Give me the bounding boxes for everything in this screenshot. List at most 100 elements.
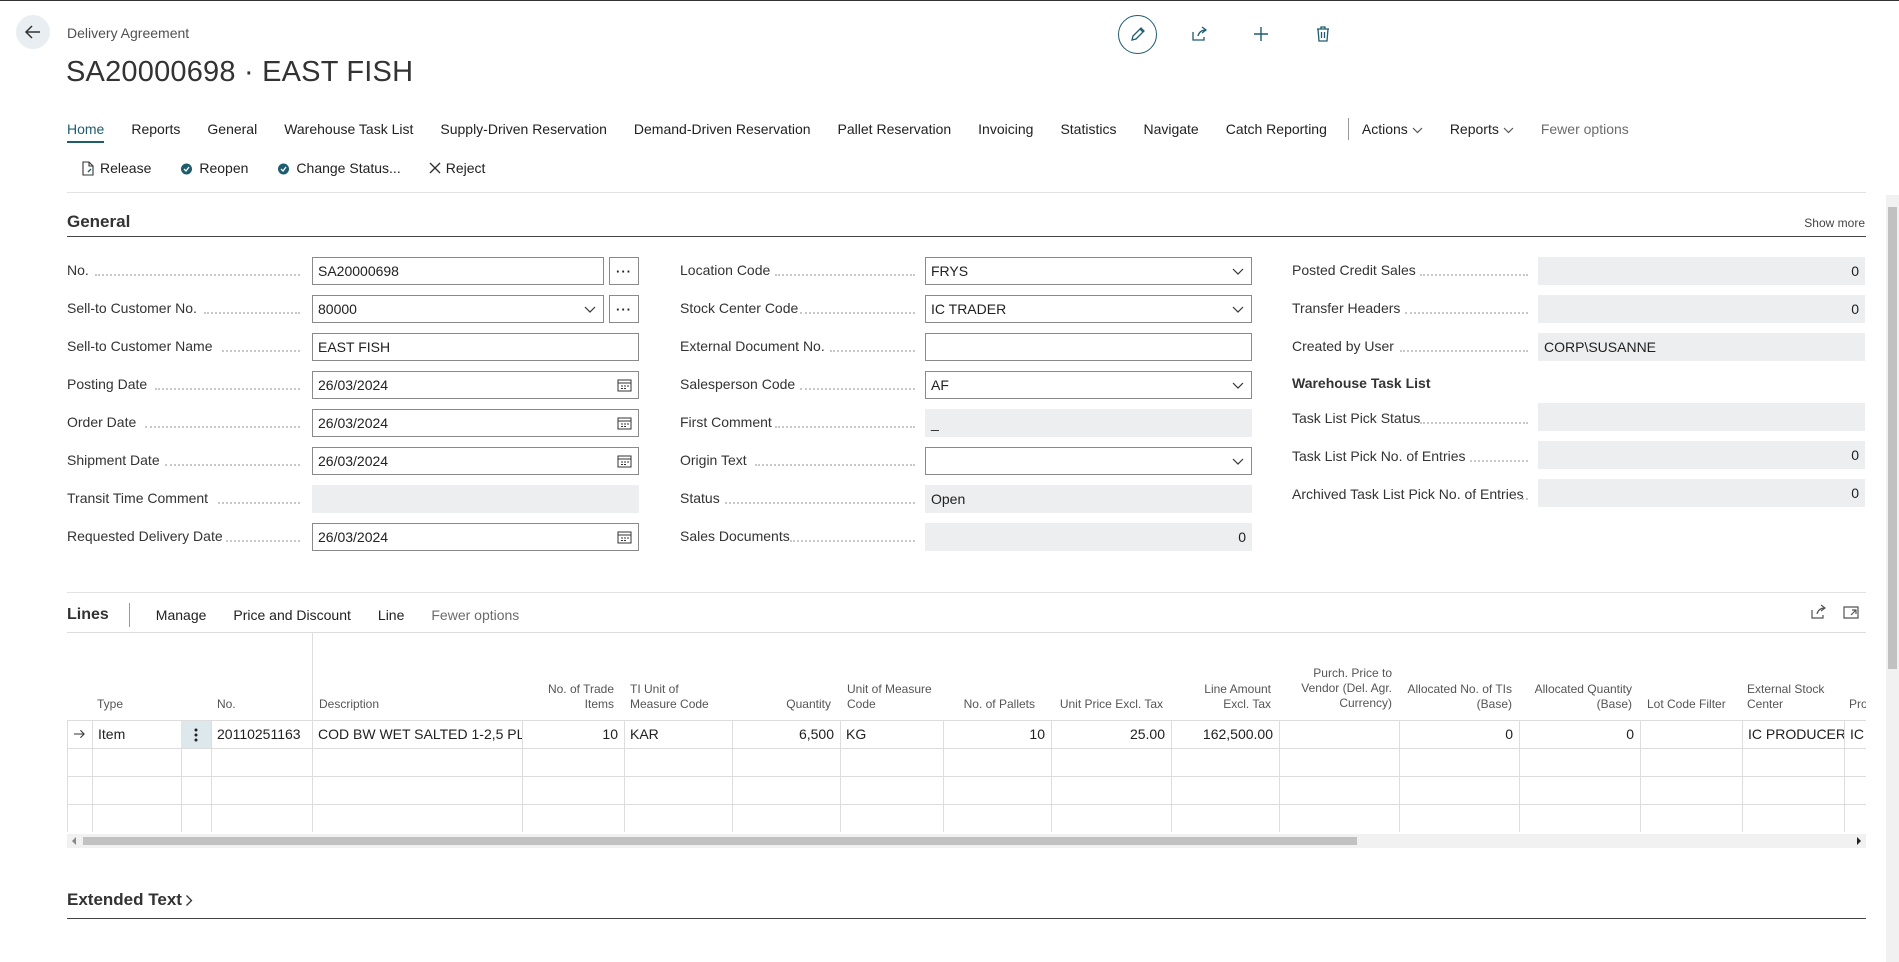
col-header-pro[interactable]: Pro [1849,697,1866,712]
customer-lookup-button[interactable]: ··· [609,295,639,323]
posting-date-field[interactable]: 26/03/2024 [312,371,639,399]
calendar-icon[interactable] [617,530,632,544]
lines-scrollbar-thumb[interactable] [83,837,1357,845]
sales-documents-field[interactable]: 0 [925,523,1252,551]
tab-reports[interactable]: Reports [131,121,180,137]
tab-home[interactable]: Home [67,121,105,143]
col-header-trade-items[interactable]: No. of Trade Items [532,682,614,712]
lines-fewer-options[interactable]: Fewer options [431,607,519,623]
reopen-button[interactable]: Reopen [179,160,248,176]
tab-pallet-reservation[interactable]: Pallet Reservation [838,121,952,137]
col-header-purch-price[interactable]: Purch. Price to Vendor (Del. Agr. Curren… [1282,666,1392,711]
release-button[interactable]: Release [81,160,151,176]
leader-dots [218,502,300,504]
page-scrollbar-thumb[interactable] [1888,207,1897,669]
lines-section-title[interactable]: Lines [67,606,109,624]
lines-manage-menu[interactable]: Manage [156,607,207,623]
col-header-pallets[interactable]: No. of Pallets [947,697,1035,712]
no-lookup-button[interactable]: ··· [609,257,639,285]
col-header-type[interactable]: Type [97,697,123,712]
cell-trade-items[interactable]: 10 [522,720,624,748]
tab-invoicing[interactable]: Invoicing [978,121,1033,137]
new-button[interactable] [1241,14,1281,54]
col-header-ext-stock[interactable]: External Stock Center [1747,682,1837,712]
cell-alloc-tis[interactable]: 0 [1399,720,1519,748]
change-status-button[interactable]: Change Status... [276,160,401,176]
cell-unit-price[interactable]: 25.00 [1051,720,1171,748]
fewer-options-link[interactable]: Fewer options [1541,121,1629,137]
toolbar-divider [67,192,1866,193]
tab-supply-driven-reservation[interactable]: Supply-Driven Reservation [440,121,607,137]
col-header-quantity[interactable]: Quantity [742,697,831,712]
col-header-no[interactable]: No. [217,697,236,712]
archived-task-list-entries-field[interactable]: 0 [1538,479,1865,507]
external-document-no-field[interactable] [925,333,1252,361]
calendar-icon[interactable] [617,378,632,392]
share-button[interactable] [1179,14,1219,54]
back-button[interactable] [16,15,50,49]
lines-price-discount-menu[interactable]: Price and Discount [233,607,351,623]
col-header-line-amount[interactable]: Line Amount Excl. Tax [1175,682,1271,712]
tab-statistics[interactable]: Statistics [1060,121,1116,137]
cell-alloc-qty[interactable]: 0 [1519,720,1640,748]
cell-pallets[interactable]: 10 [943,720,1051,748]
expand-icon [1843,606,1859,619]
actions-menu[interactable]: Actions [1362,121,1423,137]
col-header-alloc-tis[interactable]: Allocated No. of TIs (Base) [1402,682,1513,712]
order-date-field[interactable]: 26/03/2024 [312,409,639,437]
cell-description[interactable]: COD BW WET SALTED 1-2,5 PL... [312,720,522,748]
scroll-left-icon[interactable] [71,837,77,845]
shipment-date-field[interactable]: 26/03/2024 [312,447,639,475]
reject-button[interactable]: Reject [429,160,485,176]
cell-line-amount[interactable]: 162,500.00 [1171,720,1279,748]
cell-no[interactable]: 20110251163 [211,720,312,748]
posted-credit-sales-field[interactable]: 0 [1538,257,1865,285]
row-more-button[interactable] [181,721,211,748]
calendar-icon[interactable] [617,416,632,430]
tab-demand-driven-reservation[interactable]: Demand-Driven Reservation [634,121,811,137]
salesperson-code-field[interactable]: AF [925,371,1252,399]
col-header-unit-price[interactable]: Unit Price Excl. Tax [1055,697,1163,712]
chevron-down-icon [1232,268,1244,275]
delete-button[interactable] [1303,14,1343,54]
scroll-right-icon[interactable] [1856,837,1862,845]
requested-delivery-date-field[interactable]: 26/03/2024 [312,523,639,551]
sell-to-customer-no-field[interactable]: 80000 [312,295,604,323]
cell-lot-filter[interactable] [1640,720,1742,748]
task-list-pick-entries-field[interactable]: 0 [1538,441,1865,469]
no-field[interactable]: SA20000698 [312,257,604,285]
origin-text-field[interactable] [925,447,1252,475]
sell-to-customer-name-field[interactable]: EAST FISH [312,333,639,361]
location-code-field[interactable]: FRYS [925,257,1252,285]
lines-line-menu[interactable]: Line [378,607,404,623]
page-scrollbar[interactable] [1886,195,1899,962]
cell-purch-price[interactable] [1279,720,1399,748]
tab-navigate[interactable]: Navigate [1143,121,1198,137]
cell-type[interactable]: Item [92,720,181,748]
cell-ti-uom[interactable]: KAR [624,720,732,748]
edit-button[interactable] [1118,14,1157,54]
col-header-alloc-qty[interactable]: Allocated Quantity (Base) [1522,682,1632,712]
show-more-link[interactable]: Show more [1804,216,1865,230]
cell-quantity[interactable]: 6,500 [732,720,840,748]
cell-pro[interactable]: IC [1844,720,1866,748]
col-header-ti-uom[interactable]: TI Unit of Measure Code [630,682,725,712]
tab-catch-reporting[interactable]: Catch Reporting [1226,121,1327,137]
reports-menu[interactable]: Reports [1450,121,1514,137]
lines-horizontal-scrollbar[interactable] [67,834,1866,848]
cell-ext-stock[interactable]: IC PRODUCER [1742,720,1844,748]
extended-text-section[interactable]: Extended Text [67,890,193,910]
calendar-icon[interactable] [617,454,632,468]
tab-general[interactable]: General [207,121,257,137]
stock-center-code-field[interactable]: IC TRADER [925,295,1252,323]
general-section-title[interactable]: General [67,212,130,232]
cell-uom[interactable]: KG [840,720,943,748]
col-header-lot-filter[interactable]: Lot Code Filter [1647,697,1726,712]
col-header-description[interactable]: Description [319,697,379,712]
col-header-uom[interactable]: Unit of Measure Code [847,682,937,712]
transfer-headers-field[interactable]: 0 [1538,295,1865,323]
breadcrumb[interactable]: Delivery Agreement [67,25,189,41]
lines-share-button[interactable] [1810,604,1827,623]
lines-expand-button[interactable] [1843,604,1859,623]
tab-warehouse-task-list[interactable]: Warehouse Task List [284,121,413,137]
